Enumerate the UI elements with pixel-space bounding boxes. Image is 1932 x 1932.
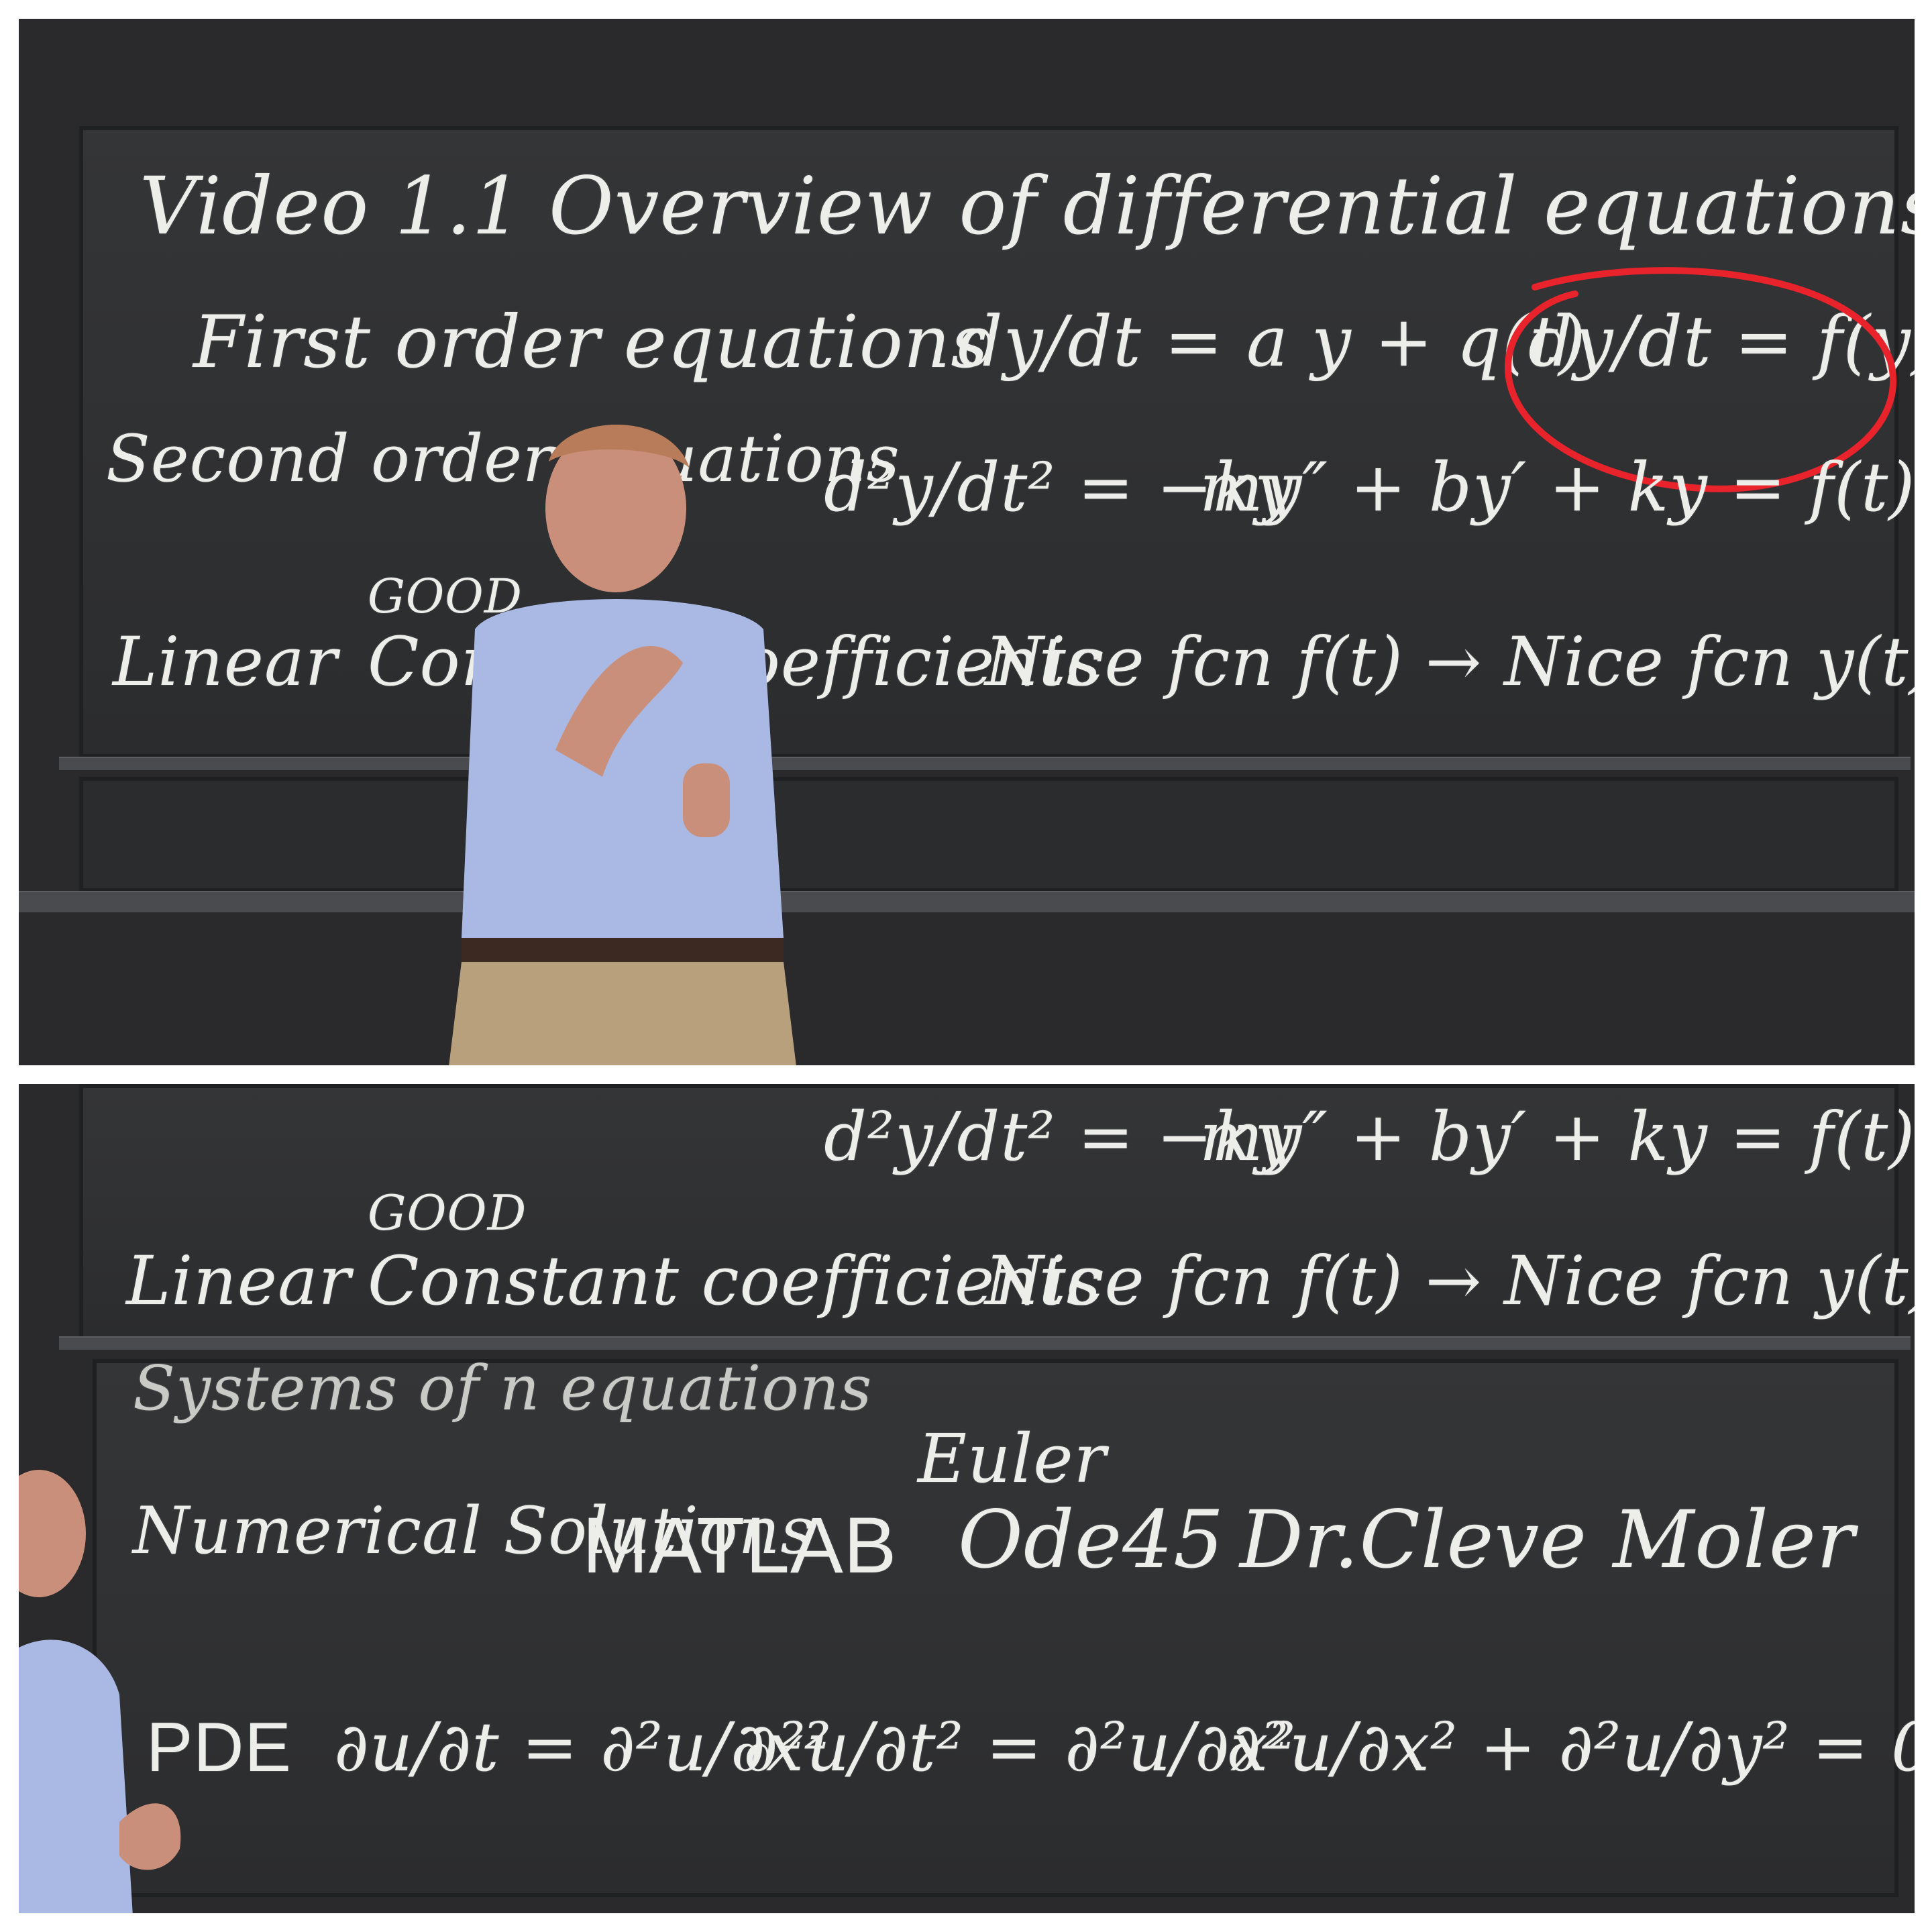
systems-label: Systems of n equations bbox=[133, 1352, 873, 1424]
second-order-equation-2: my″ + by′ + ky = f(t) bbox=[1199, 1097, 1915, 1176]
board-title: Video 1.1 Overview of differential equat… bbox=[140, 160, 1915, 252]
first-order-label: First order equations bbox=[193, 301, 989, 384]
upper-chalk-rail bbox=[59, 1336, 1911, 1350]
linear-label: Linear bbox=[126, 1242, 352, 1320]
cleve-moler-label: Dr.Cleve Moler bbox=[1240, 1493, 1856, 1586]
lecturer-partial-figure bbox=[19, 1470, 181, 1913]
lower-chalkboard bbox=[79, 777, 1898, 892]
top-video-frame: Video 1.1 Overview of differential equat… bbox=[19, 19, 1915, 1065]
matlab-label: MATLAB bbox=[582, 1501, 898, 1590]
nice-function-statement: Nice fcn f(t) → Nice fcn y(t) bbox=[985, 1242, 1915, 1320]
bottom-video-frame: d²y/dt² = −ky my″ + by′ + ky = f(t) GOOD… bbox=[19, 1084, 1915, 1913]
pde-laplace-equation: ∂²u/∂x² + ∂²u/∂y² = 0 bbox=[1226, 1708, 1915, 1786]
linear-label: Linear bbox=[113, 623, 338, 701]
lecturer-figure bbox=[449, 425, 796, 1065]
nice-function-statement: Nice fcn f(t) → Nice fcn y(t) bbox=[985, 623, 1915, 701]
lower-chalk-rail bbox=[19, 891, 1915, 912]
good-label: GOOD bbox=[368, 1185, 527, 1241]
second-order-equation-2: my″ + by′ + ky = f(t) bbox=[1199, 448, 1915, 527]
top-chalk-rail bbox=[59, 757, 1911, 770]
euler-label: Euler bbox=[918, 1419, 1107, 1498]
ode45-label: Ode45 bbox=[958, 1493, 1225, 1586]
pde-wave-equation: ∂²u/∂t² = ∂²u/∂x² bbox=[743, 1708, 1297, 1786]
